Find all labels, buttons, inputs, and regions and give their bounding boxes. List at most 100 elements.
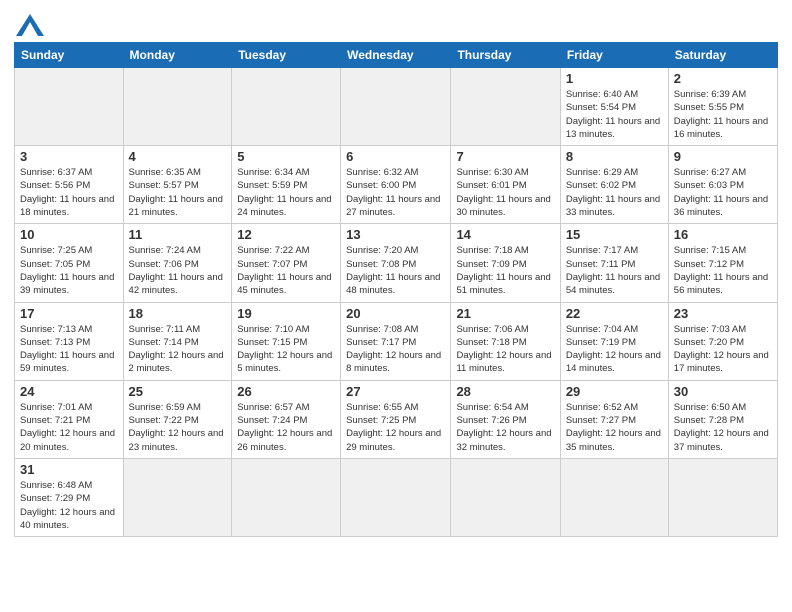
calendar-cell: 30Sunrise: 6:50 AM Sunset: 7:28 PM Dayli… (668, 380, 777, 458)
calendar-cell (232, 458, 341, 536)
calendar-cell: 16Sunrise: 7:15 AM Sunset: 7:12 PM Dayli… (668, 224, 777, 302)
weekday-header-wednesday: Wednesday (341, 43, 451, 68)
calendar-cell: 3 Sunrise: 6:37 AM Sunset: 5:56 PM Daylig… (15, 146, 124, 224)
day-info: Sunrise: 6:48 AM Sunset: 7:29 PM Dayligh… (20, 479, 118, 532)
weekday-header-saturday: Saturday (668, 43, 777, 68)
day-info: Sunrise: 7:04 AM Sunset: 7:19 PM Dayligh… (566, 323, 663, 376)
calendar-cell (232, 68, 341, 146)
day-number: 21 (456, 306, 554, 321)
calendar-cell: 2 Sunrise: 6:39 AM Sunset: 5:55 PM Daylig… (668, 68, 777, 146)
weekday-header-row: SundayMondayTuesdayWednesdayThursdayFrid… (15, 43, 778, 68)
calendar-cell: 7Sunrise: 6:30 AM Sunset: 6:01 PM Daylig… (451, 146, 560, 224)
day-number: 26 (237, 384, 335, 399)
calendar-week-row: 10Sunrise: 7:25 AM Sunset: 7:05 PM Dayli… (15, 224, 778, 302)
day-number: 2 (674, 71, 772, 86)
day-info: Sunrise: 7:06 AM Sunset: 7:18 PM Dayligh… (456, 323, 554, 376)
day-number: 8 (566, 149, 663, 164)
calendar-cell (123, 68, 232, 146)
day-info: Sunrise: 6:30 AM Sunset: 6:01 PM Dayligh… (456, 166, 554, 219)
logo-icon (16, 14, 44, 36)
calendar-cell: 14 Sunrise: 7:18 AM Sunset: 7:09 PM Dayli… (451, 224, 560, 302)
weekday-header-monday: Monday (123, 43, 232, 68)
calendar-cell (123, 458, 232, 536)
day-number: 6 (346, 149, 445, 164)
calendar-cell: 13Sunrise: 7:20 AM Sunset: 7:08 PM Dayli… (341, 224, 451, 302)
day-number: 15 (566, 227, 663, 242)
calendar-cell: 19 Sunrise: 7:10 AM Sunset: 7:15 PM Dayli… (232, 302, 341, 380)
calendar-cell: 5Sunrise: 6:34 AM Sunset: 5:59 PM Daylig… (232, 146, 341, 224)
day-info: Sunrise: 6:52 AM Sunset: 7:27 PM Dayligh… (566, 401, 663, 454)
day-info: Sunrise: 6:32 AM Sunset: 6:00 PM Dayligh… (346, 166, 445, 219)
day-number: 23 (674, 306, 772, 321)
calendar-cell (451, 68, 560, 146)
day-number: 20 (346, 306, 445, 321)
calendar-week-row: 17 Sunrise: 7:13 AM Sunset: 7:13 PM Dayli… (15, 302, 778, 380)
calendar-cell: 25 Sunrise: 6:59 AM Sunset: 7:22 PM Dayli… (123, 380, 232, 458)
calendar-cell: 4 Sunrise: 6:35 AM Sunset: 5:57 PM Daylig… (123, 146, 232, 224)
day-info: Sunrise: 7:18 AM Sunset: 7:09 PM Dayligh… (456, 244, 554, 297)
calendar-cell: 17 Sunrise: 7:13 AM Sunset: 7:13 PM Dayli… (15, 302, 124, 380)
calendar-cell (15, 68, 124, 146)
calendar-cell: 9Sunrise: 6:27 AM Sunset: 6:03 PM Daylig… (668, 146, 777, 224)
day-info: Sunrise: 7:13 AM Sunset: 7:13 PM Dayligh… (20, 323, 118, 376)
day-number: 19 (237, 306, 335, 321)
day-info: Sunrise: 7:22 AM Sunset: 7:07 PM Dayligh… (237, 244, 335, 297)
day-info: Sunrise: 6:59 AM Sunset: 7:22 PM Dayligh… (129, 401, 227, 454)
calendar-cell: 11Sunrise: 7:24 AM Sunset: 7:06 PM Dayli… (123, 224, 232, 302)
calendar-cell (341, 68, 451, 146)
day-info: Sunrise: 7:08 AM Sunset: 7:17 PM Dayligh… (346, 323, 445, 376)
calendar-cell: 21 Sunrise: 7:06 AM Sunset: 7:18 PM Dayli… (451, 302, 560, 380)
day-info: Sunrise: 7:20 AM Sunset: 7:08 PM Dayligh… (346, 244, 445, 297)
logo (14, 14, 44, 36)
day-number: 16 (674, 227, 772, 242)
day-info: Sunrise: 6:35 AM Sunset: 5:57 PM Dayligh… (129, 166, 227, 219)
calendar-week-row: 24 Sunrise: 7:01 AM Sunset: 7:21 PM Dayli… (15, 380, 778, 458)
day-number: 25 (129, 384, 227, 399)
day-number: 14 (456, 227, 554, 242)
weekday-header-thursday: Thursday (451, 43, 560, 68)
calendar-cell: 8 Sunrise: 6:29 AM Sunset: 6:02 PM Daylig… (560, 146, 668, 224)
calendar-cell: 10Sunrise: 7:25 AM Sunset: 7:05 PM Dayli… (15, 224, 124, 302)
day-number: 17 (20, 306, 118, 321)
calendar-cell (668, 458, 777, 536)
weekday-header-tuesday: Tuesday (232, 43, 341, 68)
header (14, 10, 778, 36)
calendar-cell: 24 Sunrise: 7:01 AM Sunset: 7:21 PM Dayli… (15, 380, 124, 458)
calendar-cell: 1 Sunrise: 6:40 AM Sunset: 5:54 PM Daylig… (560, 68, 668, 146)
calendar-cell: 26 Sunrise: 6:57 AM Sunset: 7:24 PM Dayli… (232, 380, 341, 458)
calendar-cell: 22 Sunrise: 7:04 AM Sunset: 7:19 PM Dayli… (560, 302, 668, 380)
day-number: 24 (20, 384, 118, 399)
calendar-cell: 27Sunrise: 6:55 AM Sunset: 7:25 PM Dayli… (341, 380, 451, 458)
day-info: Sunrise: 6:40 AM Sunset: 5:54 PM Dayligh… (566, 88, 663, 141)
day-info: Sunrise: 7:10 AM Sunset: 7:15 PM Dayligh… (237, 323, 335, 376)
calendar-cell (560, 458, 668, 536)
day-number: 28 (456, 384, 554, 399)
day-number: 3 (20, 149, 118, 164)
calendar-week-row: 3 Sunrise: 6:37 AM Sunset: 5:56 PM Daylig… (15, 146, 778, 224)
calendar-cell (451, 458, 560, 536)
calendar-cell: 20 Sunrise: 7:08 AM Sunset: 7:17 PM Dayli… (341, 302, 451, 380)
day-number: 29 (566, 384, 663, 399)
day-number: 12 (237, 227, 335, 242)
calendar-cell: 29 Sunrise: 6:52 AM Sunset: 7:27 PM Dayli… (560, 380, 668, 458)
day-info: Sunrise: 6:27 AM Sunset: 6:03 PM Dayligh… (674, 166, 772, 219)
day-number: 22 (566, 306, 663, 321)
calendar-cell (341, 458, 451, 536)
day-info: Sunrise: 7:03 AM Sunset: 7:20 PM Dayligh… (674, 323, 772, 376)
weekday-header-friday: Friday (560, 43, 668, 68)
calendar-cell: 23 Sunrise: 7:03 AM Sunset: 7:20 PM Dayli… (668, 302, 777, 380)
day-number: 18 (129, 306, 227, 321)
day-number: 4 (129, 149, 227, 164)
day-info: Sunrise: 6:50 AM Sunset: 7:28 PM Dayligh… (674, 401, 772, 454)
day-info: Sunrise: 6:37 AM Sunset: 5:56 PM Dayligh… (20, 166, 118, 219)
day-number: 1 (566, 71, 663, 86)
day-number: 31 (20, 462, 118, 477)
day-info: Sunrise: 6:29 AM Sunset: 6:02 PM Dayligh… (566, 166, 663, 219)
calendar-cell: 12 Sunrise: 7:22 AM Sunset: 7:07 PM Dayli… (232, 224, 341, 302)
day-info: Sunrise: 6:39 AM Sunset: 5:55 PM Dayligh… (674, 88, 772, 141)
day-info: Sunrise: 6:57 AM Sunset: 7:24 PM Dayligh… (237, 401, 335, 454)
day-info: Sunrise: 7:01 AM Sunset: 7:21 PM Dayligh… (20, 401, 118, 454)
day-info: Sunrise: 7:11 AM Sunset: 7:14 PM Dayligh… (129, 323, 227, 376)
day-number: 10 (20, 227, 118, 242)
calendar-cell: 18 Sunrise: 7:11 AM Sunset: 7:14 PM Dayli… (123, 302, 232, 380)
